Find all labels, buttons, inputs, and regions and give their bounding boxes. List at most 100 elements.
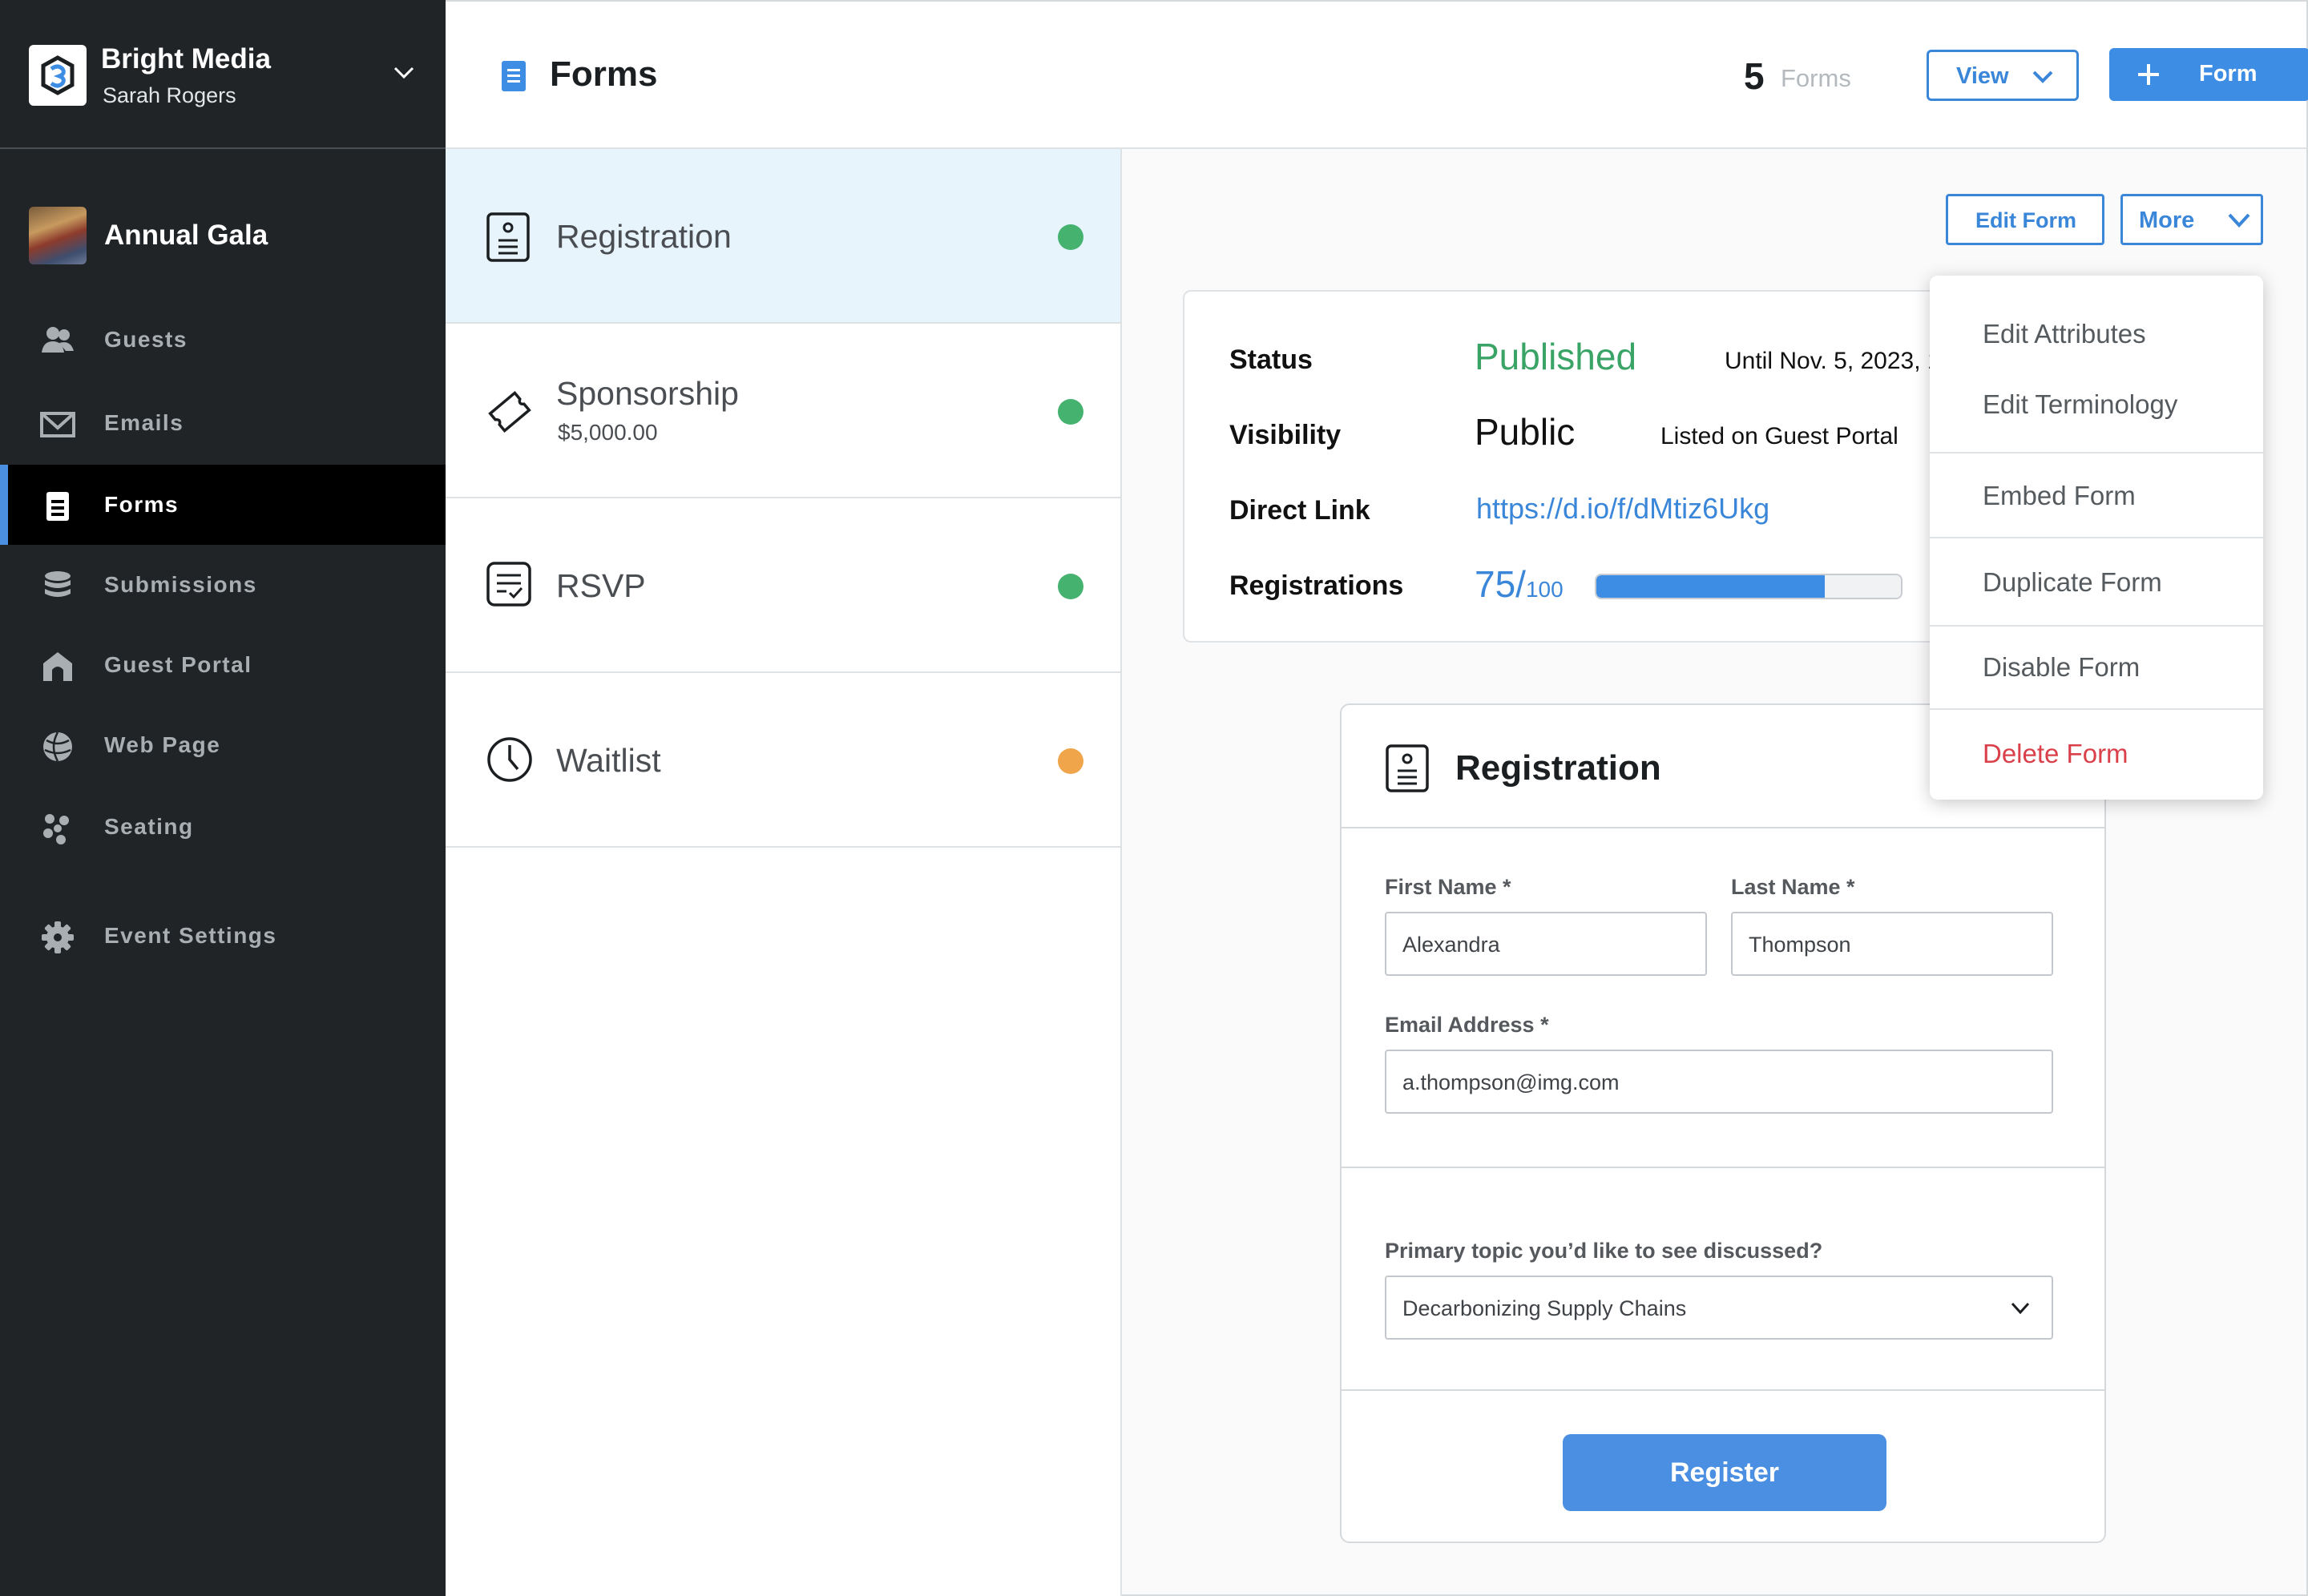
sidebar-item-guests[interactable]: Guests (0, 300, 446, 380)
form-subtitle: $5,000.00 (558, 420, 658, 445)
first-name-field[interactable]: Alexandra (1385, 912, 1707, 976)
status-dot (1058, 574, 1083, 599)
edit-form-button[interactable]: Edit Form (1946, 194, 2104, 245)
email-field[interactable]: a.thompson@img.com (1385, 1050, 2053, 1114)
view-dropdown-button[interactable]: View (1927, 50, 2079, 101)
portal-icon (43, 652, 72, 681)
visibility-value: Public (1475, 411, 1576, 453)
page-title: Forms (550, 54, 658, 94)
chevron-down-icon[interactable] (393, 66, 415, 80)
sidebar-item-emails[interactable]: Emails (0, 383, 446, 463)
visibility-note: Listed on Guest Portal (1660, 423, 1898, 449)
list-item[interactable]: Sponsorship $5,000.00 (446, 324, 1120, 498)
ticket-icon (488, 390, 531, 433)
menu-item-label: Duplicate Form (1983, 567, 2162, 597)
sidebar-item-label: Forms (104, 492, 180, 517)
checklist-icon (486, 562, 531, 607)
register-button[interactable]: Register (1563, 1434, 1886, 1511)
form-title: Sponsorship (556, 375, 739, 412)
org-switcher[interactable]: Bright Media Sarah Rogers (0, 0, 446, 149)
register-label: Register (1669, 1457, 1780, 1488)
sidebar-item-label: Web Page (104, 732, 221, 757)
last-name-label: Last Name * (1731, 875, 1855, 899)
first-name-label: First Name * (1385, 875, 1511, 899)
org-logo (29, 45, 87, 106)
event-name: Annual Gala (104, 220, 268, 251)
globe-icon (43, 732, 72, 762)
form-icon (502, 61, 526, 91)
registrations-count-value: 75/ (1475, 563, 1526, 605)
preview-title: Registration (1455, 748, 1661, 788)
form-icon (46, 492, 69, 521)
status-dot (1058, 399, 1083, 425)
list-item[interactable]: RSVP (446, 498, 1120, 673)
menu-divider (1930, 537, 2263, 538)
more-dropdown-button[interactable]: More (2120, 194, 2263, 245)
edit-form-label: Edit Form (1975, 208, 2076, 232)
sidebar: Bright Media Sarah Rogers Annual Gala Gu… (0, 0, 446, 1596)
more-label: More (2139, 208, 2195, 233)
first-name-value: Alexandra (1402, 933, 1500, 957)
more-menu: Edit Attributes Edit Terminology Embed F… (1930, 276, 2263, 800)
email-value: a.thompson@img.com (1402, 1070, 1620, 1094)
menu-item-duplicate-form[interactable]: Duplicate Form (1930, 558, 2263, 606)
last-name-value: Thompson (1749, 933, 1851, 957)
clock-icon (487, 737, 532, 782)
divider (1342, 1167, 2104, 1168)
sidebar-item-guest-portal[interactable]: Guest Portal (0, 625, 446, 705)
form-title: Registration (556, 218, 732, 255)
menu-item-label: Disable Form (1983, 652, 2141, 682)
sidebar-item-web-page[interactable]: Web Page (0, 705, 446, 785)
topic-select[interactable]: Decarbonizing Supply Chains (1385, 1276, 2053, 1340)
form-title: Waitlist (556, 742, 661, 779)
list-item[interactable]: Registration (446, 149, 1120, 324)
sidebar-item-submissions[interactable]: Submissions (0, 545, 446, 625)
form-info-card: Status Published Until Nov. 5, 2023, 10:… (1183, 290, 1984, 643)
menu-item-disable-form[interactable]: Disable Form (1930, 643, 2263, 691)
status-label: Status (1229, 345, 1313, 375)
topic-value: Decarbonizing Supply Chains (1402, 1296, 1687, 1320)
registration-form-icon (1386, 744, 1429, 792)
chevron-down-icon (2032, 71, 2053, 83)
guests-icon (42, 327, 74, 353)
view-button-label: View (1956, 63, 2009, 89)
chevron-down-icon (2011, 1302, 2030, 1315)
org-user-name: Sarah Rogers (103, 83, 236, 107)
forms-count: 5 (1744, 55, 1765, 97)
registration-form-icon (486, 212, 530, 262)
sidebar-item-label: Event Settings (104, 923, 277, 948)
registrations-limit: 100 (1525, 577, 1564, 602)
menu-item-label: Edit Attributes (1983, 319, 2146, 349)
forms-count-label: Forms (1781, 64, 1851, 92)
last-name-field[interactable]: Thompson (1731, 912, 2053, 976)
chevron-down-icon (2228, 213, 2250, 228)
menu-item-edit-terminology[interactable]: Edit Terminology (1930, 380, 2263, 428)
visibility-label: Visibility (1229, 420, 1342, 450)
org-name: Bright Media (101, 43, 271, 75)
registrations-label: Registrations (1229, 570, 1404, 601)
envelope-icon (40, 412, 75, 437)
sidebar-item-label: Seating (104, 814, 194, 839)
add-form-label: Form (2199, 61, 2258, 87)
status-value: Published (1475, 336, 1637, 377)
event-thumbnail (29, 207, 87, 264)
menu-item-edit-attributes[interactable]: Edit Attributes (1930, 309, 2263, 357)
list-item[interactable]: Waitlist (446, 673, 1120, 848)
sidebar-item-event-settings[interactable]: Event Settings (0, 896, 446, 976)
menu-item-label: Edit Terminology (1983, 389, 2178, 419)
menu-divider (1930, 625, 2263, 627)
sidebar-item-seating[interactable]: Seating (0, 787, 446, 867)
direct-link[interactable]: https://d.io/f/dMtiz6Ukg (1476, 492, 1769, 526)
form-preview: Registration First Name * Alexandra Last… (1340, 703, 2106, 1543)
form-title: RSVP (556, 567, 646, 604)
topic-label: Primary topic you’d like to see discusse… (1385, 1239, 1823, 1263)
menu-item-delete-form[interactable]: Delete Form (1930, 729, 2263, 777)
header: Forms 5 Forms View Form (446, 0, 2308, 149)
add-form-button[interactable]: Form (2109, 48, 2308, 101)
menu-item-embed-form[interactable]: Embed Form (1930, 471, 2263, 519)
sidebar-item-forms[interactable]: Forms (0, 465, 446, 545)
forms-list: Registration Sponsorship $5,000.00 RSVP … (446, 149, 1122, 1596)
sidebar-item-label: Guest Portal (104, 652, 252, 677)
sidebar-item-label: Guests (104, 327, 188, 352)
status-dot (1058, 748, 1083, 774)
